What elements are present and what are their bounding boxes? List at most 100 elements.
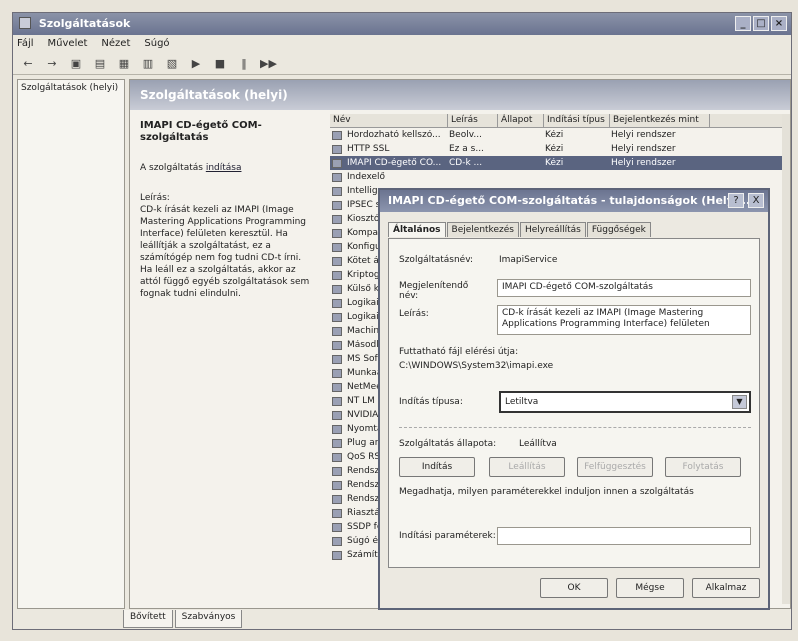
service-gear-icon bbox=[332, 130, 342, 140]
description-label: Leírás: bbox=[140, 193, 170, 203]
stop-icon[interactable]: ■ bbox=[211, 56, 229, 72]
menu-file[interactable]: Fájl bbox=[17, 38, 34, 50]
refresh-icon[interactable]: ▦ bbox=[115, 56, 133, 72]
table-row[interactable]: Indexelő bbox=[330, 170, 788, 184]
toolbar: ← → ▣ ▤ ▦ ▥ ▧ ▶ ■ ‖ ▶▶ bbox=[13, 53, 791, 75]
help-icon[interactable]: ▧ bbox=[163, 56, 181, 72]
stop-button[interactable]: Leállítás bbox=[489, 457, 565, 477]
service-gear-icon bbox=[332, 270, 342, 280]
cell-start: Kézi bbox=[545, 158, 564, 168]
service-gear-icon bbox=[332, 438, 342, 448]
display-name-label: Megjelenítendő név: bbox=[399, 281, 469, 301]
extended-description: IMAPI CD-égető COM-szolgáltatás A szolgá… bbox=[134, 114, 322, 604]
cell-logon: Helyi rendszer bbox=[611, 130, 676, 140]
back-icon[interactable]: ← bbox=[19, 56, 37, 72]
ok-button[interactable]: OK bbox=[540, 578, 608, 598]
service-gear-icon bbox=[332, 214, 342, 224]
service-gear-icon bbox=[332, 144, 342, 154]
tab-extended[interactable]: Bővített bbox=[123, 610, 173, 628]
col-startup-type[interactable]: Indítási típus bbox=[544, 114, 610, 127]
service-gear-icon bbox=[332, 494, 342, 504]
start-service-link[interactable]: indítása bbox=[206, 163, 242, 173]
service-name-label: Szolgáltatásnév: bbox=[399, 255, 474, 265]
service-status-label: Szolgáltatás állapota: bbox=[399, 439, 497, 449]
cell-logon: Helyi rendszer bbox=[611, 158, 676, 168]
service-gear-icon bbox=[332, 466, 342, 476]
pause-button[interactable]: Felfüggesztés bbox=[577, 457, 653, 477]
path-value: C:\WINDOWS\System32\imapi.exe bbox=[399, 361, 554, 371]
pause-icon[interactable]: ‖ bbox=[235, 56, 253, 72]
close-button[interactable]: × bbox=[771, 16, 787, 31]
service-gear-icon bbox=[332, 354, 342, 364]
startup-type-select[interactable]: Letiltva ▼ bbox=[499, 391, 751, 413]
service-gear-icon bbox=[332, 382, 342, 392]
dialog-help-button[interactable]: ? bbox=[728, 193, 744, 208]
cancel-button[interactable]: Mégse bbox=[616, 578, 684, 598]
properties-dialog: IMAPI CD-égető COM-szolgáltatás - tulajd… bbox=[378, 188, 770, 610]
dialog-close-button[interactable]: X bbox=[748, 193, 764, 208]
tab-general[interactable]: Általános bbox=[388, 222, 446, 237]
table-row[interactable]: Hordozható kellszó... Beolv... Kézi Helyi r… bbox=[330, 128, 788, 142]
view-tabs: Bővített Szabványos bbox=[13, 610, 791, 628]
vertical-scrollbar[interactable] bbox=[782, 114, 790, 604]
up-icon[interactable]: ▣ bbox=[67, 56, 85, 72]
cell-name: Indexelő bbox=[347, 172, 386, 182]
description-text: CD-k írását kezeli az IMAPI (Image Maste… bbox=[140, 205, 310, 299]
menu-view[interactable]: Nézet bbox=[101, 38, 130, 50]
minimize-button[interactable]: _ bbox=[735, 16, 751, 31]
cell-name: IMAPI CD-égető CO... bbox=[347, 158, 442, 168]
table-row[interactable]: IMAPI CD-égető CO... CD-k ... Kézi Helyi re… bbox=[330, 156, 788, 170]
tab-logon[interactable]: Bejelentkezés bbox=[446, 222, 519, 237]
col-status[interactable]: Állapot bbox=[498, 114, 544, 127]
cell-name: HTTP SSL bbox=[347, 144, 390, 154]
col-name[interactable]: Név bbox=[330, 114, 448, 127]
properties-icon[interactable]: ▤ bbox=[91, 56, 109, 72]
cell-logon: Helyi rendszer bbox=[611, 144, 676, 154]
service-gear-icon bbox=[332, 228, 342, 238]
start-service-text: A szolgáltatás indítása bbox=[140, 163, 242, 173]
cell-start: Kézi bbox=[545, 130, 564, 140]
service-gear-icon bbox=[332, 298, 342, 308]
service-gear-icon bbox=[332, 172, 342, 182]
cell-desc: Beolv... bbox=[449, 130, 482, 140]
service-gear-icon bbox=[332, 522, 342, 532]
service-gear-icon bbox=[332, 410, 342, 420]
restart-icon[interactable]: ▶▶ bbox=[259, 56, 277, 72]
window-title: Szolgáltatások bbox=[38, 17, 131, 30]
divider bbox=[399, 427, 751, 428]
console-tree: Szolgáltatások (helyi) bbox=[17, 79, 125, 609]
forward-icon[interactable]: → bbox=[43, 56, 61, 72]
startup-type-value: Letiltva bbox=[505, 397, 539, 407]
service-gear-icon bbox=[332, 396, 342, 406]
tab-recovery[interactable]: Helyreállítás bbox=[519, 222, 586, 237]
start-button[interactable]: Indítás bbox=[399, 457, 475, 477]
menu-help[interactable]: Súgó bbox=[144, 38, 169, 50]
col-description[interactable]: Leírás bbox=[448, 114, 498, 127]
cell-start: Kézi bbox=[545, 144, 564, 154]
tab-dependencies[interactable]: Függőségek bbox=[586, 222, 651, 237]
play-icon[interactable]: ▶ bbox=[187, 56, 205, 72]
service-gear-icon bbox=[332, 340, 342, 350]
col-log-on-as[interactable]: Bejelentkezés mint bbox=[610, 114, 710, 127]
table-row[interactable]: HTTP SSL Ez a s... Kézi Helyi rendszer bbox=[330, 142, 788, 156]
general-tab-panel: Szolgáltatásnév: ImapiService Megjelenít… bbox=[388, 238, 760, 568]
chevron-down-icon[interactable]: ▼ bbox=[732, 395, 747, 409]
service-status-value: Leállítva bbox=[519, 439, 557, 449]
apply-button[interactable]: Alkalmaz bbox=[692, 578, 760, 598]
service-gear-icon bbox=[332, 200, 342, 210]
service-gear-icon bbox=[332, 424, 342, 434]
tab-standard[interactable]: Szabványos bbox=[174, 610, 243, 628]
tree-item-services-local[interactable]: Szolgáltatások (helyi) bbox=[21, 83, 121, 93]
service-gear-icon bbox=[332, 284, 342, 294]
resume-button[interactable]: Folytatás bbox=[665, 457, 741, 477]
service-gear-icon bbox=[332, 452, 342, 462]
dialog-tabs: Általános Bejelentkezés Helyreállítás Fü… bbox=[388, 222, 651, 237]
description-field[interactable]: CD-k írását kezeli az IMAPI (Image Maste… bbox=[497, 305, 751, 335]
service-gear-icon bbox=[332, 256, 342, 266]
path-label: Futtatható fájl elérési útja: bbox=[399, 347, 519, 357]
menu-action[interactable]: Művelet bbox=[48, 38, 88, 50]
export-icon[interactable]: ▥ bbox=[139, 56, 157, 72]
start-parameters-input[interactable] bbox=[497, 527, 751, 545]
display-name-field[interactable]: IMAPI CD-égető COM-szolgáltatás bbox=[497, 279, 751, 297]
maximize-button[interactable]: □ bbox=[753, 16, 769, 31]
